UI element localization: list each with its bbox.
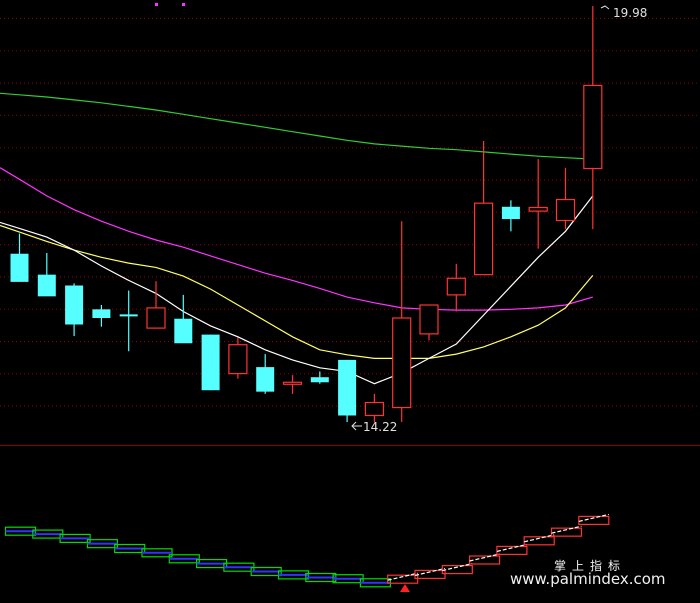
candle: [364, 393, 384, 422]
stock-chart: 14.22 19.98 掌上指标 www.palmindex.com: [0, 3, 700, 592]
candle: [528, 159, 548, 249]
candle: [310, 371, 329, 384]
candle-body: [392, 317, 412, 409]
low-price-label: 14.22: [363, 420, 397, 434]
candle-body: [583, 84, 603, 170]
ma60-line: [0, 92, 593, 160]
candle: [392, 221, 412, 422]
indicator-line: [387, 572, 418, 581]
candle-body: [501, 206, 520, 220]
candle-body: [65, 285, 84, 325]
indicator-line: [551, 525, 582, 534]
ma20-path: [0, 167, 593, 311]
candlesticks: [10, 6, 603, 422]
indicator-line: [469, 553, 500, 562]
indicator-line: [414, 567, 446, 576]
candle-body: [228, 344, 248, 375]
candle-body: [310, 377, 329, 383]
candle-body: [201, 334, 220, 391]
candle: [65, 283, 84, 337]
ma10-path: [0, 224, 594, 359]
candle: [338, 359, 357, 422]
candle: [201, 334, 220, 391]
candle: [119, 290, 138, 352]
watermark: 掌上指标 www.palmindex.com: [510, 558, 666, 588]
candle: [501, 200, 520, 232]
candle-body: [474, 202, 494, 276]
candle-body: [282, 381, 303, 385]
top-markers: [155, 3, 185, 6]
signal-triangle-icon: [400, 584, 410, 592]
candle-body: [364, 401, 384, 417]
candle: [583, 6, 603, 230]
candle-body: [256, 367, 275, 392]
candle: [419, 304, 439, 341]
candle-body: [338, 359, 357, 416]
ma20-line: [0, 167, 593, 311]
candle-body: [146, 307, 166, 329]
ma5-line: [0, 195, 594, 385]
candle: [446, 263, 466, 312]
candle-body: [119, 314, 138, 317]
candle-body: [10, 253, 29, 282]
candle: [146, 281, 166, 329]
indicator-line: [524, 534, 555, 543]
candle: [174, 294, 193, 344]
candle: [37, 253, 56, 297]
high-pointer: [600, 5, 610, 10]
candle: [10, 233, 29, 282]
candle: [474, 141, 494, 276]
candle-body: [528, 206, 548, 212]
candle: [282, 375, 303, 394]
candle-body: [446, 277, 466, 296]
indicator-line: [442, 563, 473, 572]
candle: [92, 305, 111, 327]
indicator-line: [496, 543, 528, 552]
watermark-url: www.palmindex.com: [510, 570, 666, 588]
marker-dot: [182, 3, 185, 6]
candle: [256, 354, 275, 394]
candle-body: [174, 318, 193, 344]
ma5-path: [0, 195, 594, 385]
candle-body: [419, 304, 439, 335]
marker-dot: [155, 3, 158, 6]
ma10-line: [0, 224, 594, 359]
price-grid: [0, 18, 700, 407]
ma60-path: [0, 92, 593, 160]
high-price-label: 19.98: [613, 6, 647, 20]
candle: [228, 337, 248, 379]
candle-body: [37, 274, 56, 297]
candle: [555, 167, 576, 230]
candle-body: [92, 309, 111, 318]
indicator-line: [578, 513, 609, 522]
candle-body: [555, 198, 576, 222]
